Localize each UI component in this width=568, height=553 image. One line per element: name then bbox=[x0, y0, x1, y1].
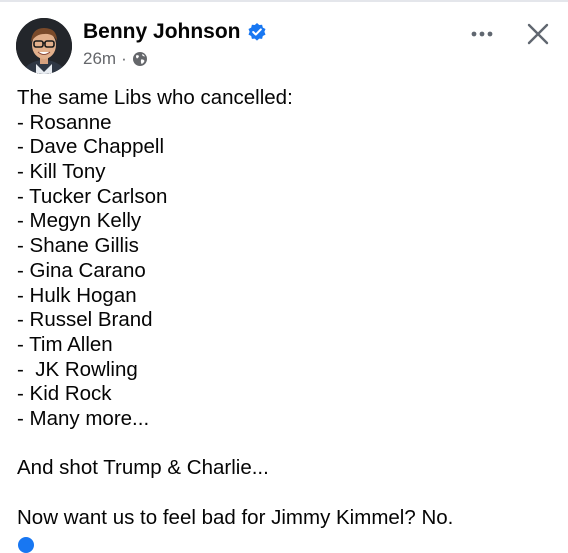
list-item: - Tim Allen bbox=[17, 332, 113, 356]
list-item: - Shane Gillis bbox=[17, 234, 139, 258]
timestamp[interactable]: 26m bbox=[83, 49, 116, 69]
top-divider bbox=[0, 0, 568, 2]
list-item: - Russel Brand bbox=[17, 308, 153, 332]
meta-separator: · bbox=[121, 49, 127, 68]
more-options-button[interactable] bbox=[464, 22, 500, 46]
list-item: - Dave Chappell bbox=[17, 135, 164, 159]
post-paragraph: And shot Trump & Charlie... bbox=[17, 456, 269, 480]
reaction-icon bbox=[18, 537, 34, 553]
list-item: - Many more... bbox=[17, 406, 150, 430]
post-intro: The same Libs who cancelled: bbox=[17, 86, 293, 109]
list-item: - Megyn Kelly bbox=[17, 209, 142, 233]
list-item: - Kill Tony bbox=[17, 160, 106, 184]
post-paragraph: Now want us to feel bad for Jimmy Kimmel… bbox=[17, 505, 454, 529]
list-item: - Kid Rock bbox=[17, 382, 112, 406]
close-icon bbox=[527, 23, 549, 45]
list-item: - JK Rowling bbox=[17, 357, 138, 381]
list-item: - Gina Carano bbox=[17, 258, 146, 282]
more-options-icon bbox=[471, 31, 493, 37]
list-item: - Hulk Hogan bbox=[17, 283, 137, 307]
list-item: - Rosanne bbox=[17, 110, 112, 134]
author-name-text[interactable]: Benny Johnson bbox=[83, 20, 241, 44]
post-meta: 26m · bbox=[83, 49, 148, 69]
author-name[interactable]: Benny Johnson bbox=[83, 20, 267, 44]
close-button[interactable] bbox=[522, 18, 554, 50]
verified-badge-icon bbox=[247, 22, 267, 42]
post-body: The same Libs who cancelled: - Rosanne -… bbox=[17, 86, 557, 530]
list-item: - Tucker Carlson bbox=[17, 184, 168, 208]
post-header: Benny Johnson 26m · bbox=[16, 16, 556, 76]
avatar[interactable] bbox=[16, 18, 72, 74]
globe-icon bbox=[132, 51, 148, 67]
